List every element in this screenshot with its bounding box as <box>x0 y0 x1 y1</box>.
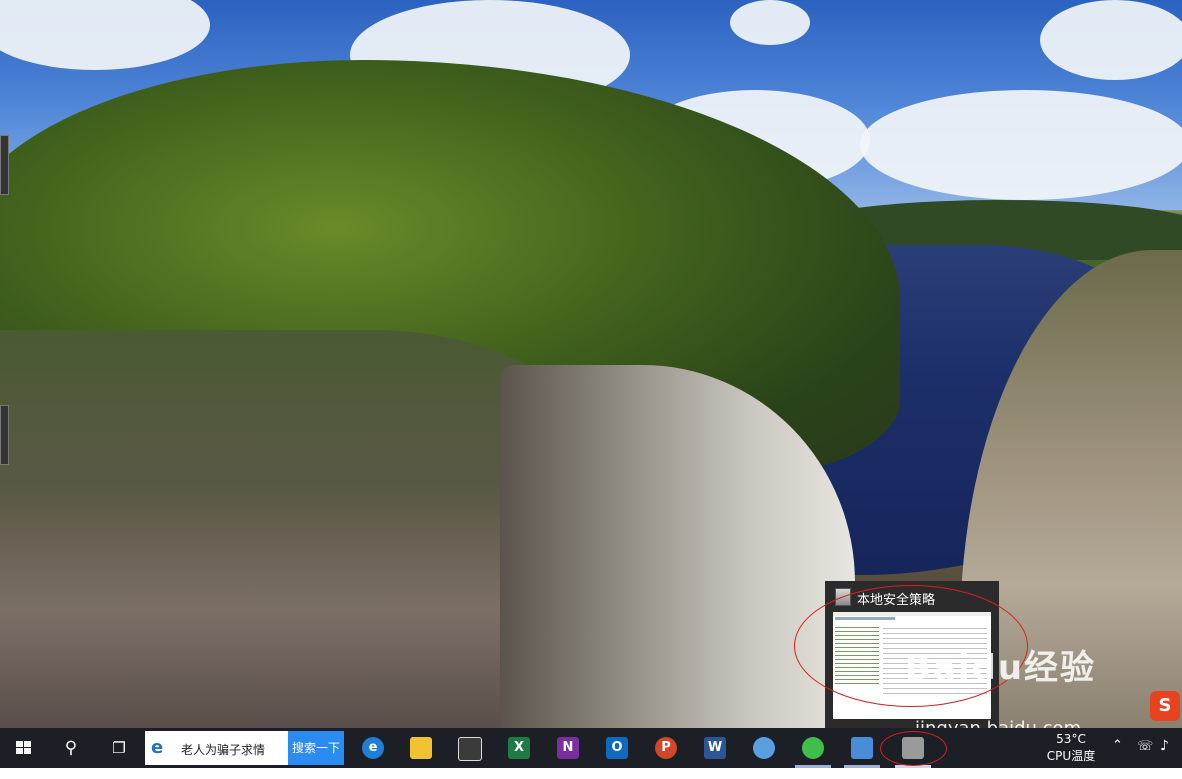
cloud <box>1040 0 1182 80</box>
green-app-icon[interactable] <box>802 737 824 759</box>
word-icon[interactable]: W <box>704 737 726 759</box>
start-button[interactable] <box>0 728 46 768</box>
search-button[interactable]: 搜索一下 <box>288 731 344 765</box>
control-panel-icon[interactable] <box>851 737 873 759</box>
side-gadget-bottom[interactable] <box>0 405 9 465</box>
baidu-watermark: Baidu经验 <box>905 648 1097 688</box>
cpu-temperature-widget[interactable]: 53°C CPU温度 <box>1046 731 1096 765</box>
onenote-icon[interactable]: N <box>557 737 579 759</box>
taskbar: ⚲ ❐ e 老人为骗子求情 搜索一下 e X N O P W 53°C CPU温… <box>0 728 1182 768</box>
side-gadget-top[interactable] <box>0 135 9 195</box>
sogou-ime-icon[interactable]: S <box>1150 691 1180 721</box>
desktop-wallpaper: 本地安全策略 Baidu经验 S <box>0 0 1182 728</box>
ie-icon: e <box>151 737 164 758</box>
search-input[interactable]: e 老人为骗子求情 <box>145 731 288 765</box>
annotation-circle-taskbar <box>880 731 947 766</box>
task-view-icon: ❐ <box>112 739 126 757</box>
edge-icon[interactable]: e <box>362 737 384 759</box>
search-icon: ⚲ <box>64 738 78 758</box>
file-explorer-icon[interactable] <box>410 737 432 759</box>
paint-icon[interactable] <box>753 737 775 759</box>
powerpoint-icon[interactable]: P <box>655 737 677 759</box>
search-query: 老人为骗子求情 <box>181 743 266 757</box>
store-icon[interactable] <box>458 737 482 761</box>
volume-icon[interactable]: ♪ <box>1160 738 1169 778</box>
cpu-temperature-value: 53°C <box>1056 732 1086 746</box>
cpu-temperature-label: CPU温度 <box>1046 749 1096 763</box>
windows-logo-icon <box>16 741 32 755</box>
outlook-icon[interactable]: O <box>606 737 628 759</box>
cortana-search-button[interactable]: ⚲ <box>48 728 94 768</box>
show-hidden-icons-chevron-icon[interactable]: ⌃ <box>1112 738 1123 778</box>
network-icon[interactable]: ☏ <box>1137 739 1153 779</box>
task-view-button[interactable]: ❐ <box>96 728 142 768</box>
cloud <box>730 0 810 45</box>
excel-icon[interactable]: X <box>508 737 530 759</box>
cloud <box>860 90 1182 200</box>
